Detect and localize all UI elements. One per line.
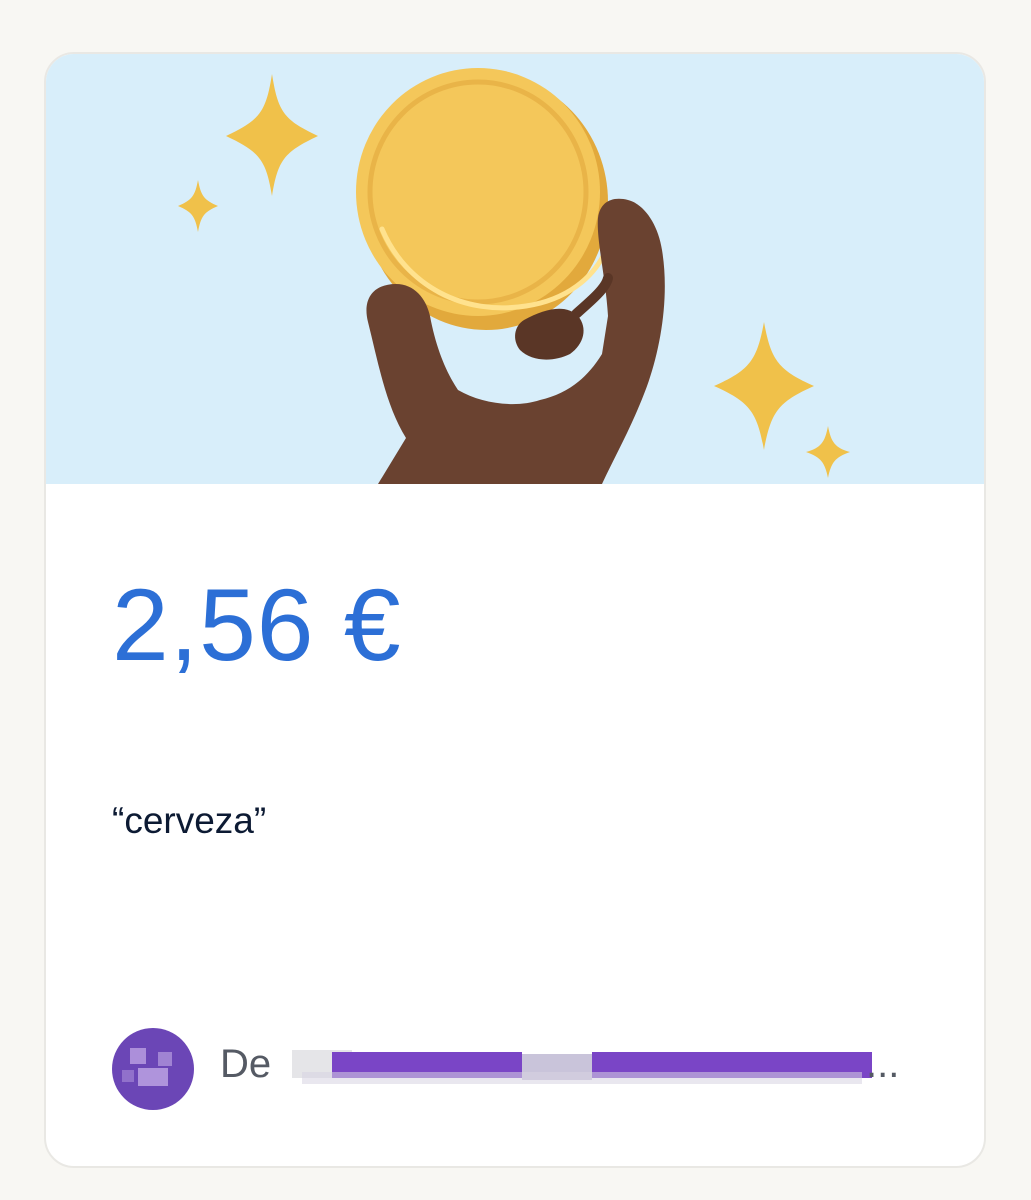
sparkle-icon [226, 74, 318, 196]
payment-amount: 2,56 € [112, 568, 402, 682]
hero-illustration [46, 54, 984, 484]
payment-message: “cerveza” [112, 800, 267, 841]
sparkle-icon [714, 322, 814, 450]
sparkle-icon [178, 180, 218, 232]
avatar [112, 1028, 194, 1110]
sparkle-icon [806, 426, 850, 478]
hand-holding-coin-illustration [178, 68, 850, 484]
sender-ellipsis: ... [866, 1042, 900, 1086]
sender-prefix: De [220, 1042, 272, 1086]
sender-row[interactable]: De ... [112, 1024, 932, 1110]
payment-card[interactable]: 2,56 € “cerveza” De ... [44, 52, 986, 1168]
sender-name-redacted [292, 1042, 872, 1088]
